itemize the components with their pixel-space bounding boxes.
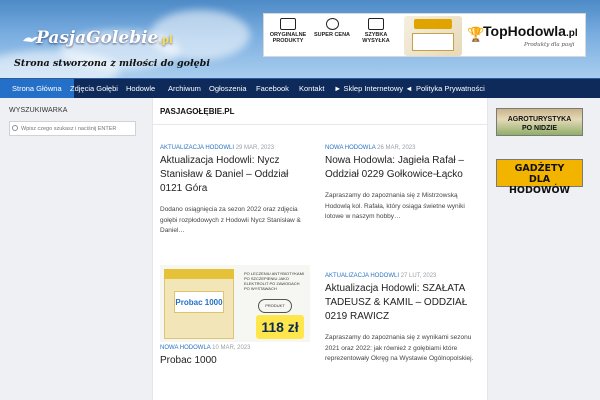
thumb-product-label: Probac 1000 <box>174 291 224 313</box>
ad-line: DLA HODOWÓW <box>508 174 571 196</box>
post-meta: AKTUALIZACJA HODOWLI 27 LUT, 2023 <box>325 273 475 279</box>
search-input[interactable] <box>9 121 136 136</box>
search-icon <box>12 125 18 131</box>
post-category-link[interactable]: NOWA HODOWLA <box>325 145 375 151</box>
site-header: PasjaGolebie.pl Strona stworzona z miłoś… <box>0 0 600 78</box>
post-date: 26 MAR, 2023 <box>377 145 416 151</box>
banner-feature-shipping: SZYBKA WYSYŁKA <box>356 18 396 44</box>
post-category-link[interactable]: AKTUALIZACJA HODOWLI <box>160 145 234 151</box>
truck-icon <box>368 18 384 30</box>
post-date: 10 MAR, 2023 <box>212 345 251 351</box>
site-logo[interactable]: PasjaGolebie.pl <box>36 28 173 48</box>
post-card: NOWA HODOWLA 26 MAR, 2023 Nowa Hodowla: … <box>325 145 475 223</box>
nav-item-photos[interactable]: Zdjęcia Gołębi <box>70 79 118 99</box>
thumb-badge: PRODUKT ORYGINALNY <box>258 299 292 320</box>
price-tag-icon <box>325 18 339 30</box>
nav-item-privacy[interactable]: Polityka Prywatności <box>416 79 485 99</box>
post-date: 27 LUT, 2023 <box>400 273 437 279</box>
thumb-price: 118 zł <box>256 315 304 339</box>
page-title: PASJAGOŁĘBIE.PL <box>160 107 235 116</box>
left-sidebar: WYSZUKIWARKA <box>0 98 152 400</box>
divider <box>153 124 489 125</box>
post-thumbnail-probac[interactable]: Probac 1000 PO LECZENIU ANTYBIOTYKAMI PO… <box>160 265 310 342</box>
post-title-link[interactable]: Aktualizacja Hodowli: SZAŁATA TADEUSZ & … <box>325 282 475 324</box>
nav-item-breeders[interactable]: Hodowle <box>126 79 155 99</box>
badge-check-icon <box>280 18 296 30</box>
agroturystyka-banner[interactable]: AGROTURYSTYKA PO NIDZIE <box>496 108 583 136</box>
main-navigation: Strona Główna Zdjęcia Gołębi Hodowle Arc… <box>0 78 600 99</box>
nav-item-home[interactable]: Strona Główna <box>0 79 74 99</box>
post-category-link[interactable]: NOWA HODOWLA <box>160 345 210 351</box>
site-tagline: Strona stworzona z miłości do gołębi <box>14 58 210 69</box>
post-card: AKTUALIZACJA HODOWLI 29 MAR, 2023 Aktual… <box>160 145 310 237</box>
post-excerpt: Zapraszamy do zapoznania się z wynikami … <box>325 334 474 362</box>
post-card: AKTUALIZACJA HODOWLI 27 LUT, 2023 Aktual… <box>325 273 475 365</box>
top-banner-ad[interactable]: ORYGINALNE PRODUKTY SUPER CENA SZYBKA WY… <box>263 13 586 57</box>
post-meta: NOWA HODOWLA 10 MAR, 2023 <box>160 345 310 351</box>
nav-item-shop[interactable]: ► Sklep Internetowy ◄ <box>334 79 413 99</box>
post-excerpt: Zapraszamy do zapoznania się z Mistrzows… <box>325 192 465 220</box>
post-title-link[interactable]: Aktualizacja Hodowli: Nycz Stanisław & D… <box>160 154 310 196</box>
search-widget-title: WYSZUKIWARKA <box>9 107 68 114</box>
banner-feature-original: ORYGINALNE PRODUKTY <box>268 18 308 44</box>
right-sidebar: AGROTURYSTYKA PO NIDZIE GADŻETY DLA HODO… <box>488 98 600 400</box>
logo-tld: .pl <box>158 35 173 46</box>
post-excerpt: Dodano osiągnięcia za sezon 2022 oraz zd… <box>160 206 301 234</box>
post-meta: NOWA HODOWLA 26 MAR, 2023 <box>325 145 475 151</box>
post-category-link[interactable]: AKTUALIZACJA HODOWLI <box>325 273 399 279</box>
post-date: 29 MAR, 2023 <box>235 145 275 151</box>
nav-item-archive[interactable]: Archiwum <box>168 79 201 99</box>
post-title-link[interactable]: Probac 1000 <box>160 354 310 368</box>
gadgets-banner[interactable]: GADŻETY DLA HODOWÓW <box>496 159 583 196</box>
banner-product-image <box>404 16 462 56</box>
trophy-icon: 🏆 <box>467 26 485 42</box>
ad-line: PO NIDZIE <box>521 125 557 132</box>
banner-slogan: Produkty dla pasji <box>524 42 575 48</box>
post-title-link[interactable]: Nowa Hodowla: Jagieła Rafał – Oddział 02… <box>325 154 475 182</box>
ad-line: GADŻETY <box>514 163 565 174</box>
post-meta: AKTUALIZACJA HODOWLI 29 MAR, 2023 <box>160 145 310 151</box>
banner-brand: TopHodowla.pl <box>483 23 578 39</box>
nav-item-facebook[interactable]: Facebook <box>256 79 289 99</box>
thumb-text: PO LECZENIU ANTYBIOTYKAMI PO SZCZEPIENIU… <box>244 271 305 291</box>
main-content: PASJAGOŁĘBIE.PL AKTUALIZACJA HODOWLI 29 … <box>152 98 489 400</box>
logo-name: PasjaGolebie <box>36 28 159 48</box>
banner-feature-price: SUPER CENA <box>312 18 352 38</box>
nav-item-ads[interactable]: Ogłoszenia <box>209 79 247 99</box>
post-card: NOWA HODOWLA 10 MAR, 2023 Probac 1000 <box>160 345 310 368</box>
nav-item-contact[interactable]: Kontakt <box>299 79 324 99</box>
ad-line: AGROTURYSTYKA <box>507 116 572 123</box>
